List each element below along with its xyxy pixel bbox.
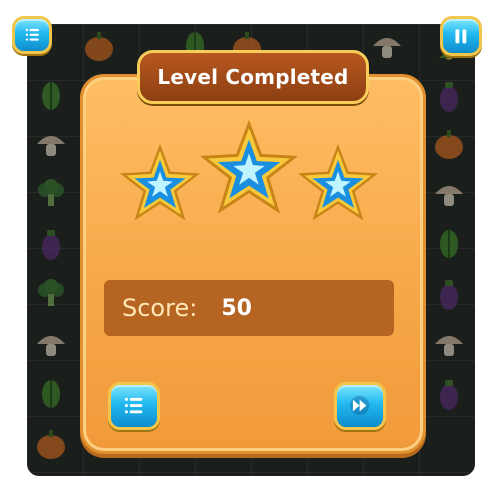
pumpkin-tile — [429, 124, 469, 164]
star-rating — [120, 120, 380, 230]
level-menu-button[interactable] — [108, 382, 160, 430]
leaf-tile — [31, 76, 71, 116]
eggplant-tile — [429, 374, 469, 414]
title-banner: Level Completed — [137, 50, 369, 104]
mushroom-tile — [31, 124, 71, 164]
broccoli-tile — [31, 274, 71, 314]
leaf-tile — [31, 374, 71, 414]
menu-button[interactable] — [12, 16, 52, 54]
list-icon — [25, 29, 39, 41]
score-value: 50 — [221, 295, 252, 321]
pumpkin-tile — [79, 26, 119, 66]
broccoli-tile — [31, 174, 71, 214]
eggplant-tile — [429, 76, 469, 116]
pumpkin-tile — [31, 424, 71, 464]
leaf-tile — [429, 224, 469, 264]
pause-icon — [455, 28, 467, 44]
star-icon — [200, 120, 298, 214]
mushroom-tile — [429, 324, 469, 364]
mushroom-tile — [429, 174, 469, 214]
pause-button[interactable] — [440, 16, 482, 56]
star-icon — [120, 144, 200, 221]
star-icon — [298, 144, 378, 221]
mushroom-tile — [31, 324, 71, 364]
score-bar: Score: 50 — [104, 280, 394, 336]
next-level-button[interactable] — [334, 382, 386, 430]
score-label: Score: — [122, 294, 198, 322]
mushroom-tile — [367, 26, 407, 66]
list-icon — [125, 398, 143, 414]
dialog-title: Level Completed — [157, 65, 349, 89]
fast-forward-icon — [350, 396, 370, 416]
eggplant-tile — [31, 224, 71, 264]
eggplant-tile — [429, 274, 469, 314]
